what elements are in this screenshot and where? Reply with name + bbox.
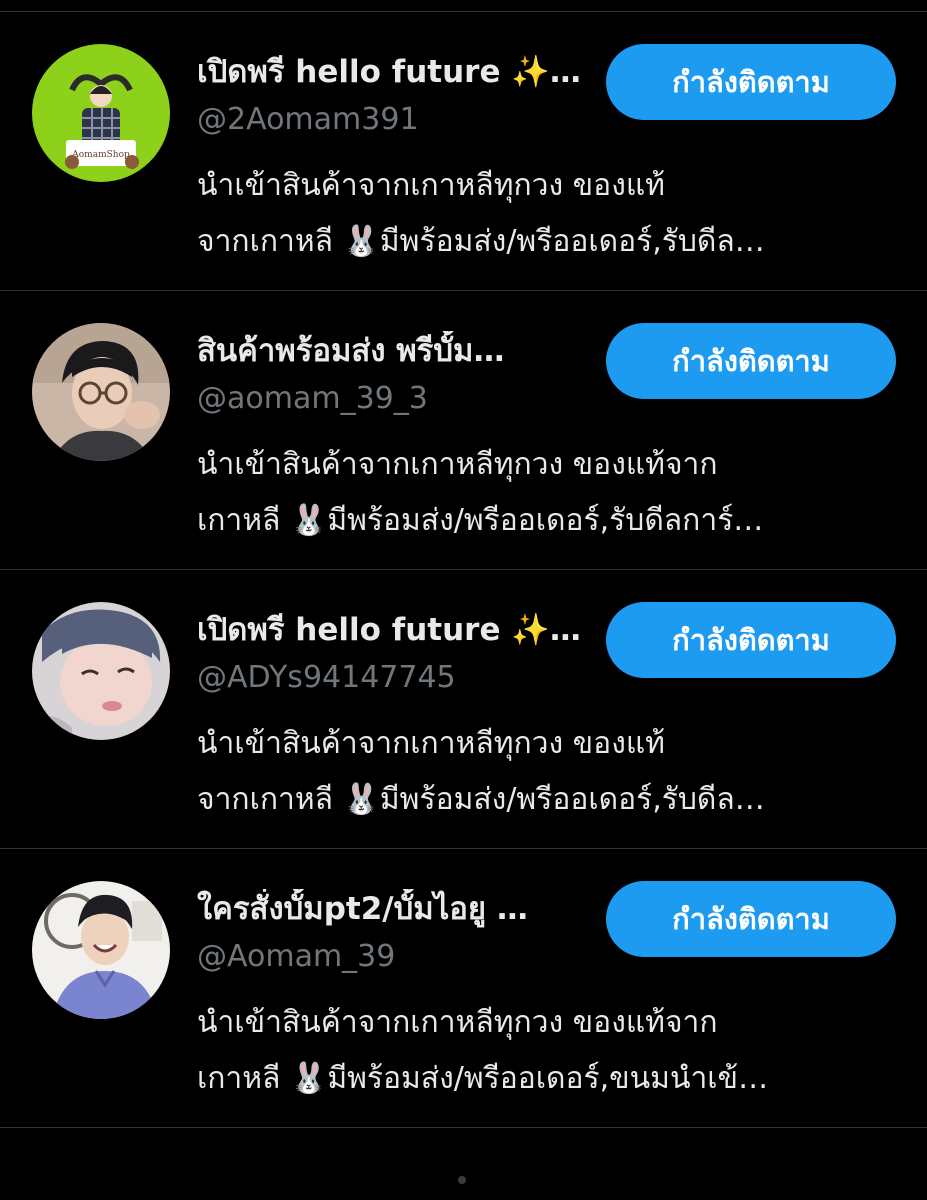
bio-line: เกาหลี 🐰มีพร้อมส่ง/พรีออเดอร์,รับดีลการ์… [197,503,764,538]
scroll-indicator [458,1176,466,1184]
bio-line: นำเข้าสินค้าจากเกาหลีทุกวง ของแท้ [197,168,665,203]
following-button[interactable]: กำลังติดตาม [606,323,896,399]
shop-logo-text: AomamShop [71,150,130,160]
list-item[interactable]: AomamShop เปิดพรี hello future ✨… @2Aoma… [0,12,927,291]
bio-line: จากเกาหลี 🐰มีพร้อมส่ง/พรีออเดอร์,รับดีล… [197,224,765,259]
bio-line: เกาหลี 🐰มีพร้อมส่ง/พรีออเดอร์,ขนมนำเข้… [197,1061,769,1096]
person-photo-avatar-icon [32,602,170,740]
following-button[interactable]: กำลังติดตาม [606,44,896,120]
list-item[interactable]: สินค้าพร้อมส่ง พรีบั้ม… @aomam_39_3 นำเข… [0,291,927,570]
avatar[interactable]: AomamShop [32,44,170,182]
bio: นำเข้าสินค้าจากเกาหลีทุกวง ของแท้จาก เกา… [197,437,902,549]
avatar[interactable] [32,602,170,740]
bio-line: นำเข้าสินค้าจากเกาหลีทุกวง ของแท้จาก [197,447,718,482]
bio: นำเข้าสินค้าจากเกาหลีทุกวง ของแท้จาก เกา… [197,995,902,1107]
bio-line: นำเข้าสินค้าจากเกาหลีทุกวง ของแท้ [197,726,665,761]
username-handle[interactable]: @ADYs94147745 [197,658,456,698]
display-name[interactable]: เปิดพรี hello future ✨… [197,52,602,92]
avatar[interactable] [32,881,170,1019]
display-name[interactable]: ใครสั่งบั้มpt2/บั้มไอยู … [197,889,602,929]
bio-line: จากเกาหลี 🐰มีพร้อมส่ง/พรีออเดอร์,รับดีล… [197,782,765,817]
bio: นำเข้าสินค้าจากเกาหลีทุกวง ของแท้ จากเกา… [197,158,902,270]
avatar[interactable] [32,323,170,461]
username-handle[interactable]: @aomam_39_3 [197,379,428,419]
list-item[interactable]: ใครสั่งบั้มpt2/บั้มไอยู … @Aomam_39 นำเข… [0,849,927,1128]
following-list: AomamShop เปิดพรี hello future ✨… @2Aoma… [0,12,927,1128]
bio: นำเข้าสินค้าจากเกาหลีทุกวง ของแท้ จากเกา… [197,716,902,828]
following-button[interactable]: กำลังติดตาม [606,881,896,957]
display-name[interactable]: สินค้าพร้อมส่ง พรีบั้ม… [197,331,602,371]
list-item[interactable]: เปิดพรี hello future ✨… @ADYs94147745 นำ… [0,570,927,849]
person-photo-avatar-icon [32,881,170,1019]
following-button[interactable]: กำลังติดตาม [606,602,896,678]
username-handle[interactable]: @Aomam_39 [197,937,395,977]
display-name[interactable]: เปิดพรี hello future ✨… [197,610,602,650]
bio-line: นำเข้าสินค้าจากเกาหลีทุกวง ของแท้จาก [197,1005,718,1040]
person-photo-avatar-icon [32,323,170,461]
shop-logo-avatar-icon: AomamShop [32,44,170,182]
username-handle[interactable]: @2Aomam391 [197,100,419,140]
